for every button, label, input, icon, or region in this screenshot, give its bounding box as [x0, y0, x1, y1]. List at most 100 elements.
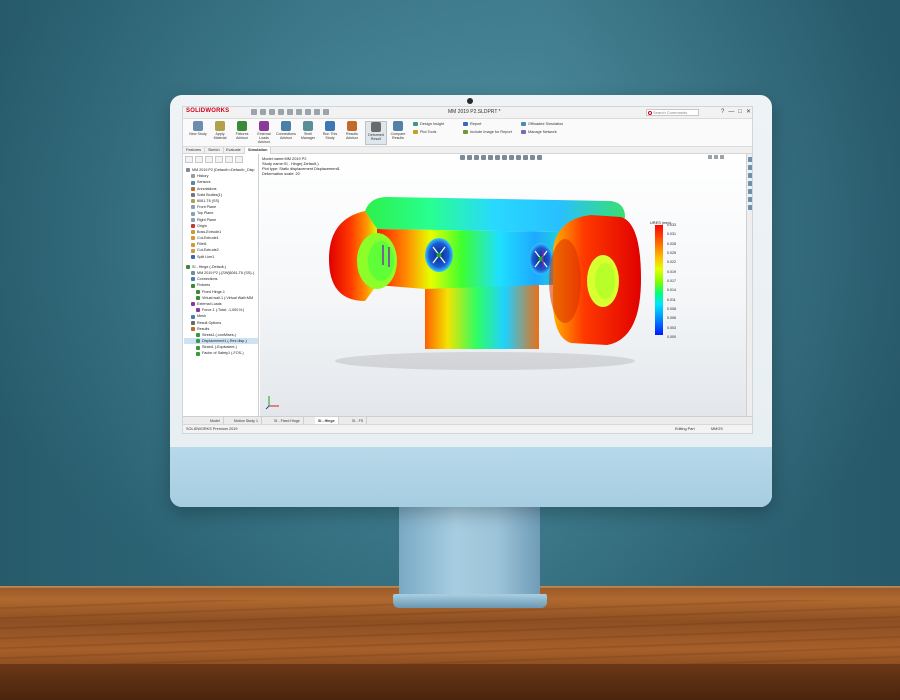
study-info-header: Model name:MM 2019 P2 Study name:SI - Hi…	[262, 156, 340, 176]
select-icon[interactable]	[305, 109, 311, 115]
feature-icon	[191, 242, 195, 247]
monitor-stand-foot	[393, 594, 547, 608]
display-style-icon[interactable]	[502, 155, 507, 160]
command-manager-ribbon: New Study Apply Material Fixtures Advisor E…	[183, 119, 752, 147]
fixed-hinge-icon	[196, 289, 200, 294]
offloaded-sim-button[interactable]: Offloaded Simulation	[521, 121, 563, 127]
minimize-button[interactable]: —	[728, 109, 734, 116]
custom-properties-icon[interactable]	[748, 197, 752, 202]
split-line-icon	[191, 254, 195, 259]
include-image-label: Include Image for Report	[470, 130, 512, 134]
solidworks-resources-icon[interactable]	[748, 157, 752, 162]
solid-body-icon	[191, 193, 195, 198]
previous-view-icon[interactable]	[474, 155, 479, 160]
tab-sketch[interactable]: Sketch	[205, 147, 224, 154]
legend-tick-label: 0.028	[667, 241, 676, 246]
view-palette-icon[interactable]	[748, 181, 752, 186]
loads-icon	[191, 302, 195, 307]
origin-icon	[191, 223, 195, 228]
forum-icon[interactable]	[748, 205, 752, 210]
solidworks-logo[interactable]: SOLIDWORKS	[186, 108, 229, 114]
results-advisor-button[interactable]: Results Advisor	[341, 121, 363, 145]
options-icon[interactable]	[323, 109, 329, 115]
legend-tick-label: 0.025	[667, 251, 676, 255]
result-options-icon	[191, 320, 195, 325]
graphics-viewport[interactable]: Model name:MM 2019 P2 Study name:SI - Hi…	[260, 154, 752, 416]
new-study-button[interactable]: New Study	[187, 121, 209, 145]
deformation-scale-text: Deformation scale: 20	[262, 171, 300, 176]
external-loads-button[interactable]: External Loads Advisor	[253, 121, 275, 145]
results-advisor-icon	[347, 121, 357, 131]
expand-panel-icon[interactable]	[235, 156, 243, 163]
section-view-icon[interactable]	[481, 155, 486, 160]
undo-icon[interactable]	[296, 109, 302, 115]
rebuild-icon[interactable]	[314, 109, 320, 115]
print-icon[interactable]	[287, 109, 293, 115]
edit-appearance-icon[interactable]	[516, 155, 521, 160]
home-icon[interactable]	[251, 109, 257, 115]
legend-tick-label: 0.022	[667, 260, 676, 265]
external-loads-icon	[259, 121, 269, 131]
apply-material-button[interactable]: Apply Material	[209, 121, 231, 145]
close-button[interactable]: ✕	[746, 109, 751, 116]
quick-access-toolbar	[251, 109, 329, 115]
help-button[interactable]: ?	[721, 109, 724, 116]
file-explorer-icon[interactable]	[748, 173, 752, 178]
status-units[interactable]: MMGS	[711, 427, 723, 431]
view-settings-icon[interactable]	[530, 155, 535, 160]
dimxpert-tab-icon[interactable]	[215, 156, 223, 163]
material-icon	[191, 199, 195, 204]
manage-network-button[interactable]: Manage Network	[521, 129, 557, 135]
report-button[interactable]: Report	[463, 121, 481, 127]
tab-simulation[interactable]: Simulation	[245, 147, 272, 154]
display-pane-icon[interactable]	[537, 155, 542, 160]
design-insight-button[interactable]: Design Insight	[413, 121, 444, 127]
webcam-icon	[467, 98, 473, 104]
dynamic-annotation-icon[interactable]	[488, 155, 493, 160]
connections-button[interactable]: Connections Advisor	[275, 121, 297, 145]
new-icon[interactable]	[260, 109, 266, 115]
property-manager-tab-icon[interactable]	[195, 156, 203, 163]
design-library-icon[interactable]	[748, 165, 752, 170]
document-title: MM 2019 P2.SLDPRT *	[448, 109, 501, 115]
hide-show-icon[interactable]	[509, 155, 514, 160]
open-icon[interactable]	[269, 109, 275, 115]
plane-icon	[191, 217, 195, 222]
connections-icon	[191, 277, 195, 282]
run-study-button[interactable]: Run This Study	[319, 121, 341, 145]
fixtures-icon	[237, 121, 247, 131]
save-icon[interactable]	[278, 109, 284, 115]
status-bar: SOLIDWORKS Premium 2019 Editing Part MMG…	[183, 424, 752, 433]
appearances-icon[interactable]	[748, 189, 752, 194]
fixtures-button[interactable]: Fixtures Advisor	[231, 121, 253, 145]
tree-item[interactable]: Factor of Safety1 (-FOS-)	[184, 350, 258, 356]
include-image-button[interactable]: Include Image for Report	[463, 129, 512, 135]
deformed-result-button[interactable]: Deformed Result	[365, 121, 387, 145]
viewport-minimize-icon[interactable]	[708, 155, 712, 159]
force-icon	[196, 308, 200, 313]
tab-evaluate[interactable]: Evaluate	[223, 147, 245, 154]
zoom-area-icon[interactable]	[467, 155, 472, 160]
feature-tree-tab-icon[interactable]	[185, 156, 193, 163]
tab-features[interactable]: Features	[183, 147, 205, 154]
status-mode: Editing Part	[675, 427, 695, 431]
hinge-part-model[interactable]	[325, 189, 645, 374]
shell-manager-button[interactable]: Shell Manager	[297, 121, 319, 145]
viewport-restore-icon[interactable]	[714, 155, 718, 159]
configuration-manager-tab-icon[interactable]	[205, 156, 213, 163]
title-bar: SOLIDWORKS MM 2019 P2.SLDPRT * Search Co…	[183, 107, 752, 119]
legend-tick-label: 0.003	[667, 325, 676, 330]
monitor-chin	[170, 447, 772, 507]
new-study-label: New Study	[189, 132, 207, 136]
viewport-window-controls	[708, 155, 724, 159]
maximize-button[interactable]: □	[738, 109, 742, 116]
apply-scene-icon[interactable]	[523, 155, 528, 160]
compare-results-button[interactable]: Compare Results	[387, 121, 409, 145]
zoom-to-fit-icon[interactable]	[460, 155, 465, 160]
view-orientation-icon[interactable]	[495, 155, 500, 160]
plot-tools-icon	[413, 130, 418, 134]
plot-tools-button[interactable]: Plot Tools	[413, 129, 436, 135]
display-manager-tab-icon[interactable]	[225, 156, 233, 163]
viewport-close-icon[interactable]	[720, 155, 724, 159]
search-commands-input[interactable]: Search Commands	[646, 109, 699, 116]
